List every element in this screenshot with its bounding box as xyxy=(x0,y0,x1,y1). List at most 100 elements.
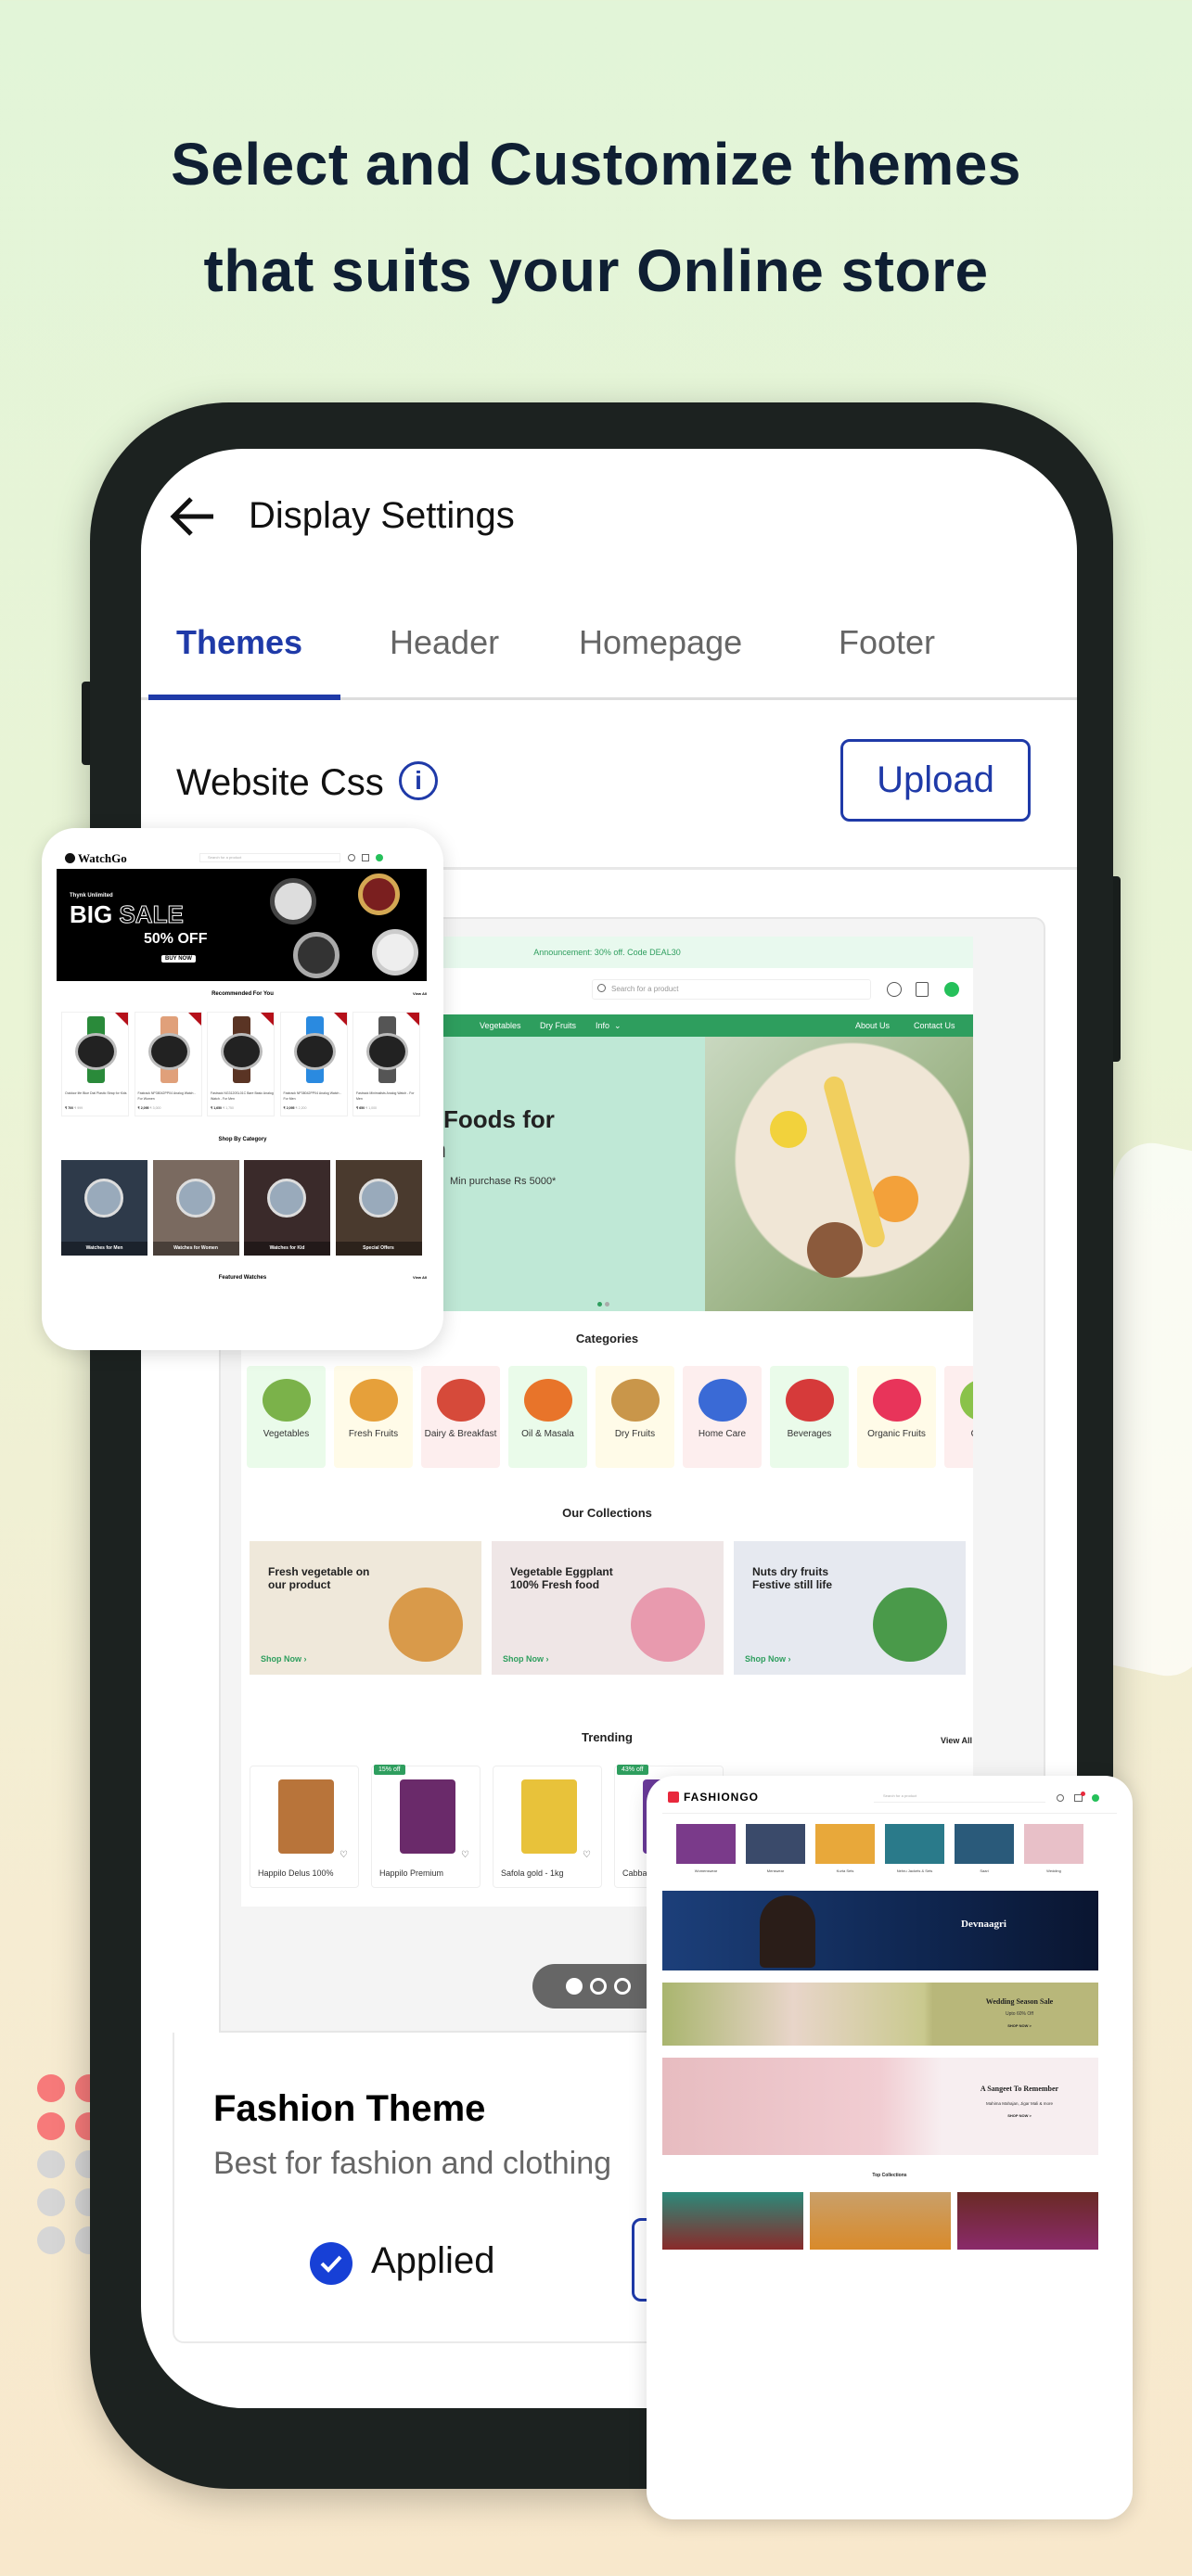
collection-card[interactable]: Fresh vegetable on our product Shop Now › xyxy=(250,1541,481,1675)
product-card[interactable]: Outdoor life Blue Dial Plastic Strap for… xyxy=(61,1012,129,1116)
category-tile[interactable]: O Veg xyxy=(944,1366,973,1468)
cart-icon[interactable] xyxy=(916,982,929,997)
product-name: Safola gold - 1kg xyxy=(501,1868,564,1878)
whatsapp-icon[interactable] xyxy=(376,854,383,861)
category-label: Beverages xyxy=(787,1429,832,1439)
category-image xyxy=(358,1179,398,1218)
shop-now-link[interactable]: Shop Now › xyxy=(261,1654,307,1664)
fashiongo-logo-icon xyxy=(668,1792,679,1803)
upload-button[interactable]: Upload xyxy=(840,739,1031,822)
collection-image[interactable] xyxy=(810,2192,951,2250)
category-item[interactable]: Kurta Sets xyxy=(815,1824,875,1880)
category-image xyxy=(523,1379,572,1422)
category-tile[interactable]: Watches for Men xyxy=(61,1160,147,1256)
shop-now-link[interactable]: Shop Now › xyxy=(503,1654,549,1664)
tab-header[interactable]: Header xyxy=(390,623,499,662)
heart-icon[interactable]: ♡ xyxy=(461,1850,469,1860)
category-tile[interactable]: Vegetables xyxy=(247,1366,326,1468)
buy-now-button[interactable]: BUY NOW xyxy=(161,955,196,963)
product-price: ₹ 650 ₹ 1,000 xyxy=(356,1106,377,1110)
category-tile[interactable]: Organic Fruits xyxy=(857,1366,936,1468)
carousel-dot[interactable] xyxy=(590,1978,607,1995)
category-tile[interactable]: Oil & Masala xyxy=(508,1366,587,1468)
product-card[interactable]: Fastrack NP38042PP04 Analog Watch - For … xyxy=(279,1012,348,1116)
search-input[interactable]: Search for a product xyxy=(592,979,871,1000)
category-tile[interactable]: Special Offers xyxy=(335,1160,422,1256)
whatsapp-icon[interactable] xyxy=(944,982,959,997)
carousel-dot[interactable] xyxy=(614,1978,631,1995)
sale-banner[interactable]: Thynk Unlimited BIG SALE 50% OFF BUY NOW xyxy=(57,869,427,981)
heart-icon[interactable]: ♡ xyxy=(340,1850,348,1860)
discount-badge: 15% off xyxy=(374,1765,405,1775)
product-card[interactable]: Fastrack Minimalists Analog Watch - For … xyxy=(352,1012,420,1116)
collection-card[interactable]: Nuts dry fruits Festive still life Shop N… xyxy=(734,1541,966,1675)
product-card[interactable]: Fastrack NG3120SL01C Bare Basic Analog W… xyxy=(207,1012,275,1116)
nav-vegetables[interactable]: Vegetables xyxy=(480,1014,521,1037)
sangeet-banner[interactable]: A Sangeet To Remember Mahima Mahajan, Ji… xyxy=(662,2058,1098,2155)
category-label: Nehru Jackets & Sets xyxy=(896,1868,933,1873)
heart-icon[interactable]: ♡ xyxy=(583,1850,591,1860)
nav-dry-fruits[interactable]: Dry Fruits xyxy=(540,1014,576,1037)
product-card[interactable]: Fastrack NP38042PP04 Analog Watch - For … xyxy=(134,1012,202,1116)
tab-themes[interactable]: Themes xyxy=(176,623,302,662)
tab-footer[interactable]: Footer xyxy=(839,623,935,662)
view-all-link[interactable]: View All xyxy=(941,1736,972,1745)
category-tile[interactable]: Dry Fruits xyxy=(596,1366,674,1468)
product-name: Happilo Delus 100% xyxy=(258,1868,334,1878)
nav-about-us[interactable]: About Us xyxy=(855,1014,890,1037)
category-item[interactable]: Womenswear xyxy=(676,1824,736,1880)
fashion-theme-preview-card[interactable]: FASHIONGO Search for a product Womenswea… xyxy=(647,1776,1133,2519)
arrow-left-icon[interactable] xyxy=(169,495,215,538)
category-tile[interactable]: Watches for Women xyxy=(152,1160,239,1256)
collection-image[interactable] xyxy=(957,2192,1098,2250)
collection-image xyxy=(873,1588,947,1662)
shop-now-link[interactable]: SHOP NOW > xyxy=(941,2113,1098,2118)
collection-image[interactable] xyxy=(662,2192,803,2250)
view-all-link[interactable]: View All xyxy=(413,1275,427,1280)
product-image xyxy=(521,1779,577,1854)
watch-theme-preview-card[interactable]: WatchGo Search for a product Thynk Unlim… xyxy=(42,828,443,1350)
product-card[interactable]: ♡ Safola gold - 1kg xyxy=(493,1766,602,1888)
category-tile[interactable]: Watches for Kid xyxy=(244,1160,330,1256)
user-icon[interactable] xyxy=(1057,1794,1064,1802)
devnaagri-banner[interactable]: Devnaagri xyxy=(662,1891,1098,1970)
product-card[interactable]: ♡ Happilo Delus 100% xyxy=(250,1766,359,1888)
whatsapp-icon[interactable] xyxy=(1092,1794,1099,1802)
category-item[interactable]: Wedding xyxy=(1024,1824,1083,1880)
carousel-dot-active[interactable] xyxy=(566,1978,583,1995)
product-card[interactable]: 15% off ♡ Happilo Premium xyxy=(371,1765,481,1888)
collection-card[interactable]: Vegetable Eggplant 100% Fresh food Shop N… xyxy=(492,1541,724,1675)
category-image xyxy=(349,1379,398,1422)
wedding-sale-banner[interactable]: Wedding Season Sale Upto 60% Off SHOP NO… xyxy=(662,1983,1098,2046)
product-price: ₹ 2,095 ₹ 2,200 xyxy=(283,1106,307,1110)
user-icon[interactable] xyxy=(887,982,902,997)
nav-info[interactable]: Info xyxy=(596,1014,609,1037)
info-icon[interactable]: i xyxy=(399,761,438,800)
category-image xyxy=(698,1379,747,1422)
category-tile[interactable]: Beverages xyxy=(770,1366,849,1468)
search-input[interactable]: Search for a product xyxy=(199,853,340,862)
shop-now-link[interactable]: Shop Now › xyxy=(745,1654,791,1664)
theme-description: Best for fashion and clothing xyxy=(213,2146,612,2181)
product-name: Fastrack Minimalists Analog Watch - For … xyxy=(356,1091,415,1101)
product-image xyxy=(400,1779,455,1854)
category-tile[interactable]: Dairy & Breakfast xyxy=(421,1366,500,1468)
cart-icon[interactable] xyxy=(362,854,369,861)
category-tile[interactable]: Fresh Fruits xyxy=(334,1366,413,1468)
product-image xyxy=(366,1033,408,1070)
search-input[interactable]: Search for a product xyxy=(874,1793,1045,1803)
shop-now-link[interactable]: SHOP NOW > xyxy=(941,2023,1098,2028)
hero-dot-active[interactable] xyxy=(597,1302,602,1307)
tab-homepage[interactable]: Homepage xyxy=(579,623,742,662)
category-item[interactable]: Nehru Jackets & Sets xyxy=(885,1824,944,1880)
category-item[interactable]: Menswear xyxy=(746,1824,805,1880)
nav-contact-us[interactable]: Contact Us xyxy=(914,1014,955,1037)
user-icon[interactable] xyxy=(348,854,355,861)
banner-title: Wedding Season Sale xyxy=(985,1997,1054,2006)
hero-dot[interactable] xyxy=(605,1302,609,1307)
recommended-title: Recommended For You xyxy=(211,991,274,997)
category-tile[interactable]: Home Care xyxy=(683,1366,762,1468)
category-item[interactable]: Saari xyxy=(955,1824,1014,1880)
view-all-link[interactable]: View All xyxy=(413,991,427,996)
category-image xyxy=(676,1824,736,1864)
